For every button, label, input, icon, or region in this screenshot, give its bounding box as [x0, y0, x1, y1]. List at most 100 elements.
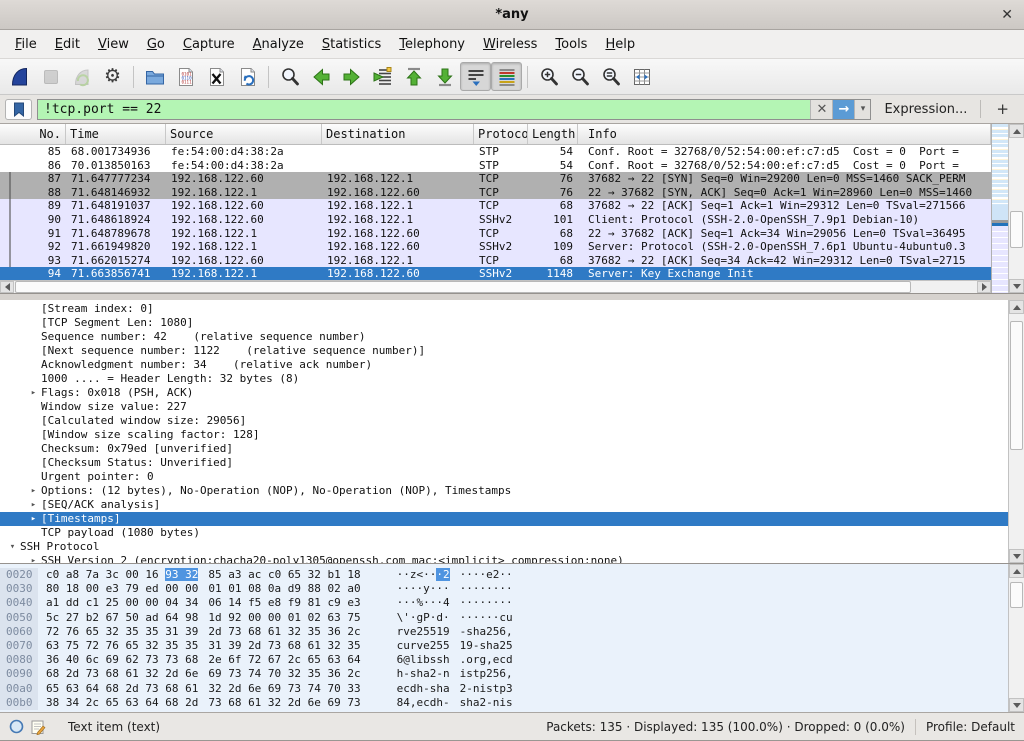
- filter-bookmark-button[interactable]: [5, 99, 32, 120]
- menu-help[interactable]: Help: [596, 32, 644, 57]
- vscroll-thumb[interactable]: [1010, 321, 1023, 450]
- auto-scroll-button[interactable]: [460, 62, 491, 91]
- collapse-arrow-icon[interactable]: ▾: [5, 540, 20, 554]
- column-header-protocol[interactable]: Protocol: [474, 124, 528, 144]
- zoom-reset-button[interactable]: [595, 62, 626, 91]
- packet-row-94-selected[interactable]: 9471.663856741192.168.122.1192.168.122.6…: [0, 267, 991, 280]
- column-header-info[interactable]: Info: [578, 124, 991, 144]
- hex-row-0040[interactable]: 0040a1 dd c1 25 00 00 04 3406 14 f5 e8 f…: [0, 596, 1008, 610]
- detail-row-ssh-protocol[interactable]: ▾SSH Protocol: [0, 540, 1008, 554]
- detail-row-timestamps-selected[interactable]: ▸[Timestamps]: [0, 512, 1008, 526]
- packet-row-93[interactable]: 9371.662015274192.168.122.60192.168.122.…: [0, 254, 991, 268]
- expand-arrow-icon[interactable]: ▸: [26, 512, 41, 526]
- menu-statistics[interactable]: Statistics: [313, 32, 390, 57]
- detail-row[interactable]: [Next sequence number: 1122 (relative se…: [0, 344, 1008, 358]
- display-filter-input[interactable]: !tcp.port == 22: [38, 100, 810, 119]
- menu-analyze[interactable]: Analyze: [244, 32, 313, 57]
- vscroll-thumb[interactable]: [1010, 211, 1023, 248]
- detail-row[interactable]: Sequence number: 42 (relative sequence n…: [0, 330, 1008, 344]
- scroll-up-button[interactable]: [1009, 564, 1024, 578]
- filter-dropdown-caret[interactable]: ▾: [854, 100, 870, 119]
- packet-row-92[interactable]: 9271.661949820192.168.122.1192.168.122.6…: [0, 240, 991, 254]
- hex-row-0080[interactable]: 008036 40 6c 69 62 73 73 682e 6f 72 67 2…: [0, 653, 1008, 667]
- filter-clear-button[interactable]: ✕: [810, 100, 832, 119]
- hex-row-0070[interactable]: 007063 75 72 76 65 32 35 3531 39 2d 73 6…: [0, 639, 1008, 653]
- scroll-up-button[interactable]: [1009, 300, 1024, 314]
- menu-telephony[interactable]: Telephony: [390, 32, 474, 57]
- go-first-button[interactable]: [398, 62, 429, 91]
- zoom-in-button[interactable]: [533, 62, 564, 91]
- close-file-button[interactable]: [201, 62, 232, 91]
- hex-row-0030[interactable]: 003080 18 00 e3 79 ed 00 0001 01 08 0a d…: [0, 582, 1008, 596]
- expand-arrow-icon[interactable]: ▸: [26, 484, 41, 498]
- expand-arrow-icon[interactable]: ▸: [26, 554, 41, 563]
- column-header-destination[interactable]: Destination: [322, 124, 474, 144]
- go-to-packet-button[interactable]: [367, 62, 398, 91]
- expand-arrow-icon[interactable]: ▸: [26, 386, 41, 400]
- stop-capture-button[interactable]: [35, 62, 66, 91]
- packet-row-88[interactable]: 8871.648146932192.168.122.1192.168.122.6…: [0, 186, 991, 200]
- scroll-down-button[interactable]: [1009, 549, 1024, 563]
- hex-row-0050[interactable]: 00505c 27 b2 67 50 ad 64 981d 92 00 00 0…: [0, 611, 1008, 625]
- scroll-down-button[interactable]: [1009, 279, 1024, 293]
- detail-row[interactable]: Urgent pointer: 0: [0, 470, 1008, 484]
- find-packet-button[interactable]: [274, 62, 305, 91]
- zoom-out-button[interactable]: [564, 62, 595, 91]
- menu-wireless[interactable]: Wireless: [474, 32, 546, 57]
- capture-comment-icon[interactable]: [31, 719, 46, 735]
- expert-info-icon[interactable]: [9, 719, 24, 734]
- go-back-button[interactable]: [305, 62, 336, 91]
- detail-row[interactable]: 1000 .... = Header Length: 32 bytes (8): [0, 372, 1008, 386]
- detail-row-seq-ack[interactable]: ▸[SEQ/ACK analysis]: [0, 498, 1008, 512]
- packet-row-90[interactable]: 9071.648618924192.168.122.60192.168.122.…: [0, 213, 991, 227]
- hex-row-0020[interactable]: 0020c0 a8 7a 3c 00 16 93 3285 a3 ac c0 6…: [0, 568, 1008, 582]
- detail-row[interactable]: Checksum: 0x79ed [unverified]: [0, 442, 1008, 456]
- colorize-button[interactable]: [491, 62, 522, 91]
- menu-tools[interactable]: Tools: [546, 32, 596, 57]
- scroll-up-button[interactable]: [1009, 124, 1024, 138]
- resize-columns-button[interactable]: [626, 62, 657, 91]
- hex-row-0060[interactable]: 006072 76 65 32 35 35 31 392d 73 68 61 3…: [0, 625, 1008, 639]
- detail-row[interactable]: Acknowledgment number: 34 (relative ack …: [0, 358, 1008, 372]
- packet-row-89[interactable]: 8971.648191037192.168.122.60192.168.122.…: [0, 199, 991, 213]
- packet-row-85[interactable]: 8568.001734936fe:54:00:d4:38:2aSTP54Conf…: [0, 145, 991, 159]
- menu-edit[interactable]: Edit: [46, 32, 89, 57]
- add-filter-button[interactable]: +: [986, 100, 1019, 118]
- start-capture-button[interactable]: [4, 62, 35, 91]
- scroll-down-button[interactable]: [1009, 698, 1024, 712]
- detail-row[interactable]: TCP payload (1080 bytes): [0, 526, 1008, 540]
- packet-row-86[interactable]: 8670.013850163fe:54:00:d4:38:2aSTP54Conf…: [0, 159, 991, 173]
- capture-options-button[interactable]: ⚙: [97, 62, 128, 91]
- detail-row-flags[interactable]: ▸Flags: 0x018 (PSH, ACK): [0, 386, 1008, 400]
- column-header-time[interactable]: Time: [66, 124, 166, 144]
- close-button[interactable]: ✕: [1001, 7, 1013, 23]
- scroll-left-button[interactable]: [0, 281, 14, 293]
- go-forward-button[interactable]: [336, 62, 367, 91]
- menu-capture[interactable]: Capture: [174, 32, 244, 57]
- open-file-button[interactable]: [139, 62, 170, 91]
- packet-row-91[interactable]: 9171.648789678192.168.122.1192.168.122.6…: [0, 227, 991, 241]
- packet-list-vscrollbar[interactable]: [1008, 124, 1024, 293]
- column-header-length[interactable]: Length: [528, 124, 578, 144]
- packet-list-minimap[interactable]: [991, 124, 1008, 293]
- detail-row[interactable]: [Window size scaling factor: 128]: [0, 428, 1008, 442]
- detail-row[interactable]: [Checksum Status: Unverified]: [0, 456, 1008, 470]
- detail-row[interactable]: [TCP Segment Len: 1080]: [0, 316, 1008, 330]
- go-last-button[interactable]: [429, 62, 460, 91]
- scroll-right-button[interactable]: [977, 281, 991, 293]
- expand-arrow-icon[interactable]: ▸: [26, 498, 41, 512]
- menu-file[interactable]: File: [6, 32, 46, 57]
- profile-button[interactable]: Profile: Default: [926, 720, 1015, 734]
- detail-row[interactable]: Window size value: 227: [0, 400, 1008, 414]
- save-file-button[interactable]: 010101100111: [170, 62, 201, 91]
- expression-button[interactable]: Expression...: [876, 102, 975, 117]
- hscroll-thumb[interactable]: [15, 281, 911, 293]
- column-header-source[interactable]: Source: [166, 124, 322, 144]
- hex-vscrollbar[interactable]: [1008, 564, 1024, 712]
- detail-row[interactable]: [Stream index: 0]: [0, 302, 1008, 316]
- hex-row-00b0[interactable]: 00b038 34 2c 65 63 64 68 2d73 68 61 32 2…: [0, 696, 1008, 710]
- details-vscrollbar[interactable]: [1008, 300, 1024, 563]
- filter-apply-button[interactable]: →: [832, 100, 854, 119]
- hex-row-0090[interactable]: 009068 2d 73 68 61 32 2d 6e69 73 74 70 3…: [0, 667, 1008, 681]
- menu-view[interactable]: View: [89, 32, 138, 57]
